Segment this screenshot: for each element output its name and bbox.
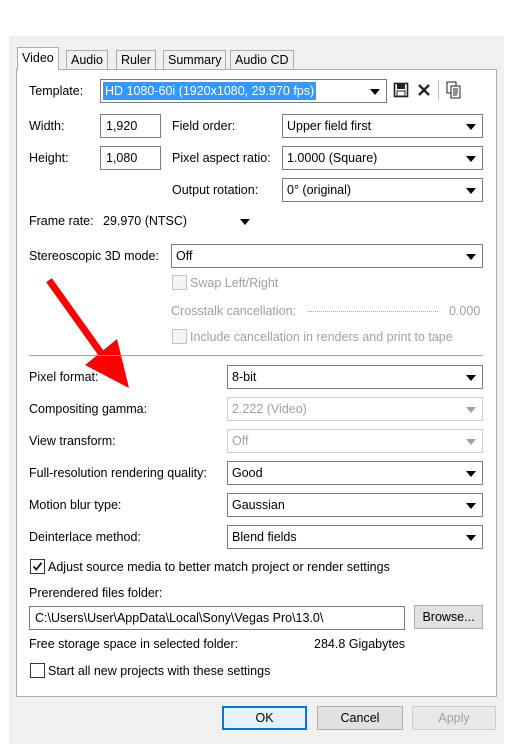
template-value: HD 1080-60i (1920x1080, 29.970 fps): [103, 82, 317, 100]
full-res-quality-select[interactable]: Good: [227, 461, 483, 485]
swap-left-right-label: Swap Left/Right: [190, 276, 279, 290]
chevron-down-icon: [466, 156, 476, 162]
chevron-down-icon: [370, 89, 380, 95]
project-properties-dialog: Video Audio Ruler Summary Audio CD Templ…: [9, 36, 504, 744]
pixel-format-value: 8-bit: [232, 370, 257, 384]
width-field[interactable]: 1,920: [100, 114, 161, 138]
adjust-source-checkbox[interactable]: [30, 559, 45, 574]
include-cancellation-label: Include cancellation in renders and prin…: [190, 330, 453, 344]
height-label: Height:: [29, 151, 69, 165]
chevron-down-icon: [466, 124, 476, 130]
save-icon[interactable]: [393, 82, 411, 100]
apply-button[interactable]: Apply: [412, 706, 496, 730]
section-divider: [29, 355, 483, 356]
frame-rate-select[interactable]: 29.970 (NTSC): [100, 209, 257, 233]
compositing-gamma-value: 2.222 (Video): [232, 402, 307, 416]
browse-button[interactable]: Browse...: [414, 605, 483, 629]
chevron-down-icon: [466, 375, 476, 381]
output-rotation-label: Output rotation:: [172, 183, 259, 197]
output-rotation-value: 0° (original): [287, 183, 352, 197]
field-order-label: Field order:: [172, 119, 236, 133]
chevron-down-icon: [466, 503, 476, 509]
stereo-mode-select[interactable]: Off: [171, 244, 483, 268]
crosstalk-value: 0.000: [449, 304, 481, 318]
template-select[interactable]: HD 1080-60i (1920x1080, 29.970 fps): [100, 79, 387, 103]
chevron-down-icon: [466, 188, 476, 194]
chevron-down-icon: [466, 535, 476, 541]
swap-left-right-checkbox[interactable]: [172, 275, 187, 290]
view-transform-label: View transform:: [29, 434, 116, 448]
checkmark-icon: [32, 562, 43, 571]
adjust-source-label: Adjust source media to better match proj…: [48, 560, 390, 574]
cancel-button[interactable]: Cancel: [317, 706, 403, 730]
motion-blur-value: Gaussian: [232, 498, 285, 512]
crosstalk-label: Crosstalk cancellation:: [171, 304, 297, 318]
tab-video[interactable]: Video: [17, 47, 59, 70]
output-rotation-select[interactable]: 0° (original): [282, 178, 483, 202]
pixel-format-label: Pixel format:: [29, 370, 99, 384]
field-order-select[interactable]: Upper field first: [282, 114, 483, 138]
stereo-mode-value: Off: [176, 249, 193, 263]
width-label: Width:: [29, 119, 65, 133]
motion-blur-label: Motion blur type:: [29, 498, 122, 512]
prerendered-folder-path[interactable]: C:\Users\User\AppData\Local\Sony\Vegas P…: [29, 606, 405, 630]
full-res-quality-label: Full-resolution rendering quality:: [29, 466, 207, 480]
crosstalk-slider[interactable]: [308, 311, 438, 313]
deinterlace-value: Blend fields: [232, 530, 297, 544]
prerendered-folder-label: Prerendered files folder:: [29, 586, 163, 600]
pixel-aspect-value: 1.0000 (Square): [287, 151, 378, 165]
pixel-aspect-label: Pixel aspect ratio:: [172, 151, 271, 165]
start-all-projects-checkbox[interactable]: [30, 663, 45, 678]
ok-button[interactable]: OK: [222, 706, 307, 730]
frame-rate-label: Frame rate:: [29, 214, 94, 228]
deinterlace-label: Deinterlace method:: [29, 530, 141, 544]
compositing-gamma-select[interactable]: 2.222 (Video): [227, 397, 483, 421]
view-transform-value: Off: [232, 434, 249, 448]
copy-icon[interactable]: [446, 81, 464, 99]
motion-blur-select[interactable]: Gaussian: [227, 493, 483, 517]
toolbar-divider: [438, 80, 439, 100]
view-transform-select[interactable]: Off: [227, 429, 483, 453]
chevron-down-icon: [466, 254, 476, 260]
pixel-aspect-select[interactable]: 1.0000 (Square): [282, 146, 483, 170]
full-res-quality-value: Good: [232, 466, 263, 480]
start-all-projects-label: Start all new projects with these settin…: [48, 664, 271, 678]
tab-ruler[interactable]: Ruler: [116, 50, 156, 69]
tab-audio[interactable]: Audio: [66, 50, 108, 69]
height-field[interactable]: 1,080: [100, 146, 161, 170]
pixel-format-select[interactable]: 8-bit: [227, 365, 483, 389]
include-cancellation-checkbox[interactable]: [172, 329, 187, 344]
chevron-down-icon: [240, 219, 250, 225]
tab-audio-cd[interactable]: Audio CD: [230, 50, 294, 69]
deinterlace-select[interactable]: Blend fields: [227, 525, 483, 549]
chevron-down-icon: [466, 439, 476, 445]
tab-summary[interactable]: Summary: [163, 50, 227, 69]
delete-icon[interactable]: [416, 82, 434, 100]
chevron-down-icon: [466, 407, 476, 413]
free-storage-value: 284.8 Gigabytes: [314, 637, 406, 651]
chevron-down-icon: [466, 471, 476, 477]
frame-rate-value: 29.970 (NTSC): [103, 214, 188, 228]
compositing-gamma-label: Compositing gamma:: [29, 402, 148, 416]
field-order-value: Upper field first: [287, 119, 372, 133]
stereo-mode-label: Stereoscopic 3D mode:: [29, 249, 159, 263]
video-settings-panel: Template: HD 1080-60i (1920x1080, 29.970…: [16, 69, 497, 697]
template-label: Template:: [29, 84, 84, 98]
free-storage-label: Free storage space in selected folder:: [29, 637, 239, 651]
